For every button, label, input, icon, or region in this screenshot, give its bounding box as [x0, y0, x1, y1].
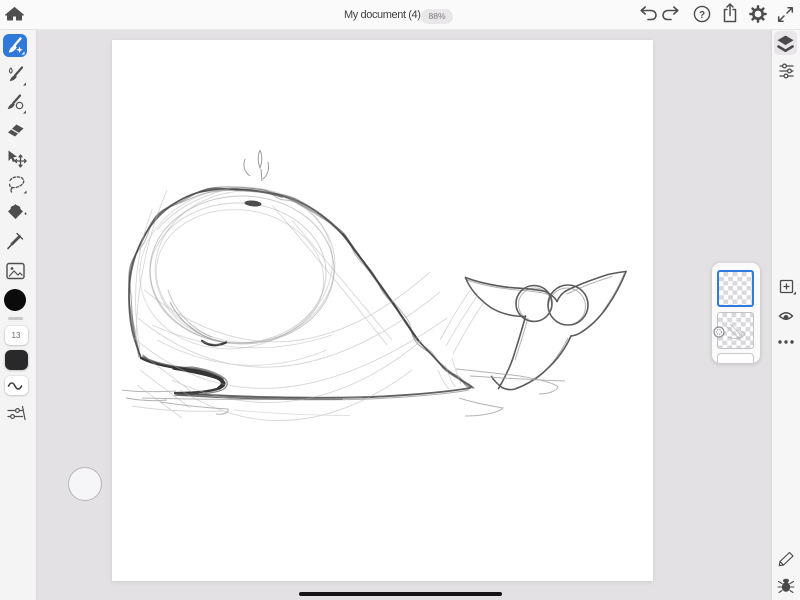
svg-text:?: ? [699, 10, 705, 21]
